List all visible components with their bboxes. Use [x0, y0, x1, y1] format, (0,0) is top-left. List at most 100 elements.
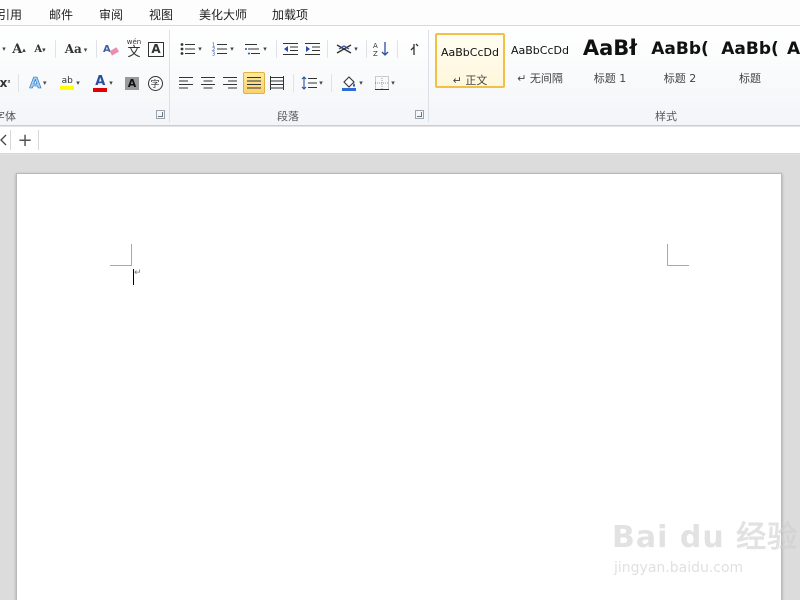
multilevel-list-button[interactable]: ▾	[241, 38, 271, 60]
menu-tab-addins[interactable]: 加载项	[272, 6, 308, 23]
align-center-icon	[201, 77, 215, 89]
style-preview: AaBbCcDd	[511, 44, 569, 57]
line-spacing-button[interactable]: ▾	[298, 72, 326, 94]
font-group-label: 字体	[0, 110, 16, 123]
phonetic-guide-button[interactable]: wén 文	[124, 38, 144, 60]
style-name: ↵ 无间隔	[517, 72, 563, 85]
distributed-icon	[270, 76, 284, 90]
multilevel-list-icon	[245, 44, 261, 55]
sort-button[interactable]: AZ	[371, 38, 391, 60]
increase-indent-icon	[305, 43, 320, 55]
decrease-indent-icon	[283, 43, 298, 55]
separator	[18, 74, 19, 92]
distributed-button[interactable]	[267, 72, 287, 94]
svg-text:A: A	[103, 44, 111, 55]
style-preview: AaBb(	[651, 39, 709, 59]
font-color-swatch	[93, 87, 108, 92]
separator	[55, 40, 56, 58]
numbered-list-icon: 123	[212, 43, 228, 57]
style-no-spacing[interactable]: AaBbCcDd ↵ 无间隔	[505, 33, 575, 88]
watermark-url: jingyan.baidu.com	[614, 560, 744, 576]
align-right-button[interactable]	[220, 72, 240, 94]
align-right-icon	[223, 77, 237, 89]
sort-icon: AZ	[373, 42, 389, 57]
separator	[96, 40, 97, 58]
svg-text:A: A	[373, 42, 378, 50]
svg-text:3: 3	[212, 52, 215, 57]
numbering-button[interactable]: 1 2 3 ▾	[208, 38, 238, 60]
watermark-logo: Bai du 经验	[612, 520, 799, 555]
tab-scroll-left-button[interactable]	[0, 130, 10, 150]
style-name: ↵ 正文	[452, 74, 488, 87]
paragraph-mark-icon	[410, 43, 419, 55]
menu-tab-mailings[interactable]: 邮件	[49, 6, 73, 23]
bullets-button[interactable]: ▾	[176, 38, 206, 60]
bullet-list-icon	[180, 43, 196, 55]
decrease-indent-button[interactable]	[281, 38, 301, 60]
clear-formatting-icon: A	[103, 44, 119, 56]
paragraph-dialog-launcher[interactable]	[415, 110, 424, 119]
margin-corner-top-left	[110, 244, 132, 266]
menu-tab-view[interactable]: 视图	[149, 6, 173, 23]
align-center-button[interactable]	[198, 72, 218, 94]
paragraph-mark: ↵	[134, 268, 142, 278]
separator	[293, 74, 294, 92]
separator	[327, 40, 328, 58]
clear-formatting-button[interactable]: A	[101, 38, 121, 60]
shrink-font-button[interactable]: A ▾	[32, 38, 48, 60]
separator	[10, 130, 11, 150]
text-effects-button[interactable]: A ▾	[24, 72, 52, 94]
styles-gallery: AaBbCcDd ↵ 正文 AaBbCcDd ↵ 无间隔 AaBł 标题 1 A…	[432, 31, 800, 93]
style-heading-1[interactable]: AaBł 标题 1	[575, 33, 645, 88]
highlight-color-swatch	[60, 85, 75, 90]
show-marks-button[interactable]	[403, 38, 423, 60]
paragraph-group-label: 段落	[277, 110, 299, 123]
separator	[397, 40, 398, 58]
chinese-layout-button[interactable]: ▾	[332, 38, 362, 60]
style-normal[interactable]: AaBbCcDd ↵ 正文	[435, 33, 505, 88]
separator	[366, 40, 367, 58]
font-color-button[interactable]: A ▾	[88, 72, 118, 94]
phonetic-char-icon: 文	[127, 45, 141, 60]
menu-bar: 引用 邮件 审阅 视图 美化大师 加载项	[0, 0, 800, 26]
font-size-dropdown[interactable]: ▾	[0, 38, 8, 60]
char-shading-button[interactable]: A	[122, 72, 142, 94]
separator	[276, 40, 277, 58]
ribbon: ▾ A ▴ A ▾ Aa ▾ A wén 文 A x² A ▾ ab ▾ A ▾…	[0, 26, 800, 126]
font-dialog-launcher[interactable]	[156, 110, 165, 119]
justify-icon	[247, 77, 261, 89]
enclose-char-button[interactable]: 字	[145, 72, 165, 94]
watermark: Bai du 经验 jingyan.baidu.com	[612, 512, 797, 584]
highlight-color-button[interactable]: ab ▾	[54, 72, 86, 94]
document-tab-strip: +	[0, 127, 800, 154]
style-preview: AaBł	[582, 36, 638, 60]
group-separator	[428, 30, 429, 122]
menu-tab-beautify[interactable]: 美化大师	[199, 6, 247, 23]
styles-group-label: 样式	[655, 110, 677, 123]
new-tab-button[interactable]: +	[15, 130, 35, 151]
style-preview: AaBb(	[721, 39, 779, 59]
margin-corner-top-right	[667, 244, 689, 266]
grow-font-button[interactable]: A ▴	[10, 38, 28, 60]
separator	[38, 130, 39, 150]
align-left-button[interactable]	[176, 72, 196, 94]
style-preview: A	[787, 39, 800, 59]
increase-indent-button[interactable]	[303, 38, 323, 60]
change-case-button[interactable]: Aa ▾	[62, 38, 90, 60]
char-border-button[interactable]: A	[147, 38, 165, 60]
style-name: 标题 1	[593, 72, 627, 85]
menu-tab-references[interactable]: 引用	[0, 6, 22, 23]
style-title[interactable]: AaBb( 标题	[715, 33, 785, 88]
menu-tab-review[interactable]: 审阅	[99, 6, 123, 23]
style-more[interactable]: A	[785, 33, 800, 88]
group-separator	[169, 30, 170, 122]
chinese-layout-icon	[336, 44, 352, 54]
justify-button[interactable]	[243, 72, 265, 94]
style-preview: AaBbCcDd	[441, 46, 499, 59]
style-heading-2[interactable]: AaBb( 标题 2	[645, 33, 715, 88]
shading-button[interactable]: ▾	[337, 72, 367, 94]
style-name: 标题 2	[663, 72, 697, 85]
borders-button[interactable]: ▾	[370, 72, 400, 94]
superscript-button[interactable]: x²	[0, 72, 12, 94]
line-spacing-icon	[301, 76, 318, 90]
